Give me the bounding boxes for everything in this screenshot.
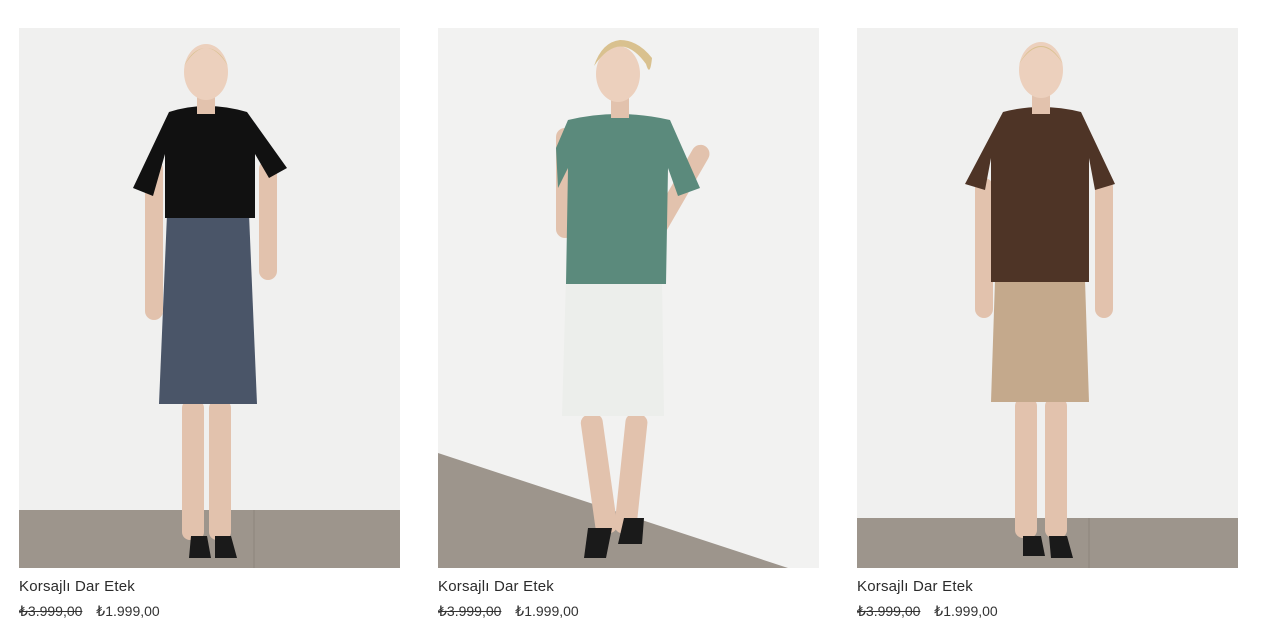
product-card[interactable]: Korsajlı Dar Etek ₺3.999,00 ₺1.999,00	[857, 28, 1238, 620]
product-prices: ₺3.999,00 ₺1.999,00	[857, 603, 1238, 620]
original-price: ₺3.999,00	[857, 603, 921, 619]
original-price: ₺3.999,00	[19, 603, 83, 619]
sale-price: ₺1.999,00	[515, 603, 579, 619]
product-image[interactable]	[19, 28, 400, 568]
product-prices: ₺3.999,00 ₺1.999,00	[19, 603, 400, 620]
sale-price: ₺1.999,00	[934, 603, 998, 619]
product-title[interactable]: Korsajlı Dar Etek	[857, 578, 1238, 595]
original-price: ₺3.999,00	[438, 603, 502, 619]
product-card[interactable]: Korsajlı Dar Etek ₺3.999,00 ₺1.999,00	[19, 28, 400, 620]
product-grid: Korsajlı Dar Etek ₺3.999,00 ₺1.999,00 Ko…	[0, 0, 1280, 640]
sale-price: ₺1.999,00	[96, 603, 160, 619]
product-image[interactable]	[438, 28, 819, 568]
product-title[interactable]: Korsajlı Dar Etek	[438, 578, 819, 595]
product-title[interactable]: Korsajlı Dar Etek	[19, 578, 400, 595]
product-image[interactable]	[857, 28, 1238, 568]
product-card[interactable]: Korsajlı Dar Etek ₺3.999,00 ₺1.999,00	[438, 28, 819, 620]
product-prices: ₺3.999,00 ₺1.999,00	[438, 603, 819, 620]
